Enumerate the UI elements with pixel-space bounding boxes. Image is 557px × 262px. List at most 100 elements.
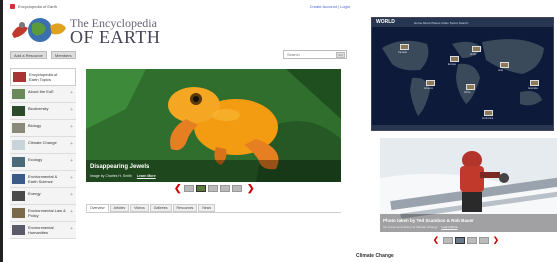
climate-thumbnail[interactable]	[443, 237, 453, 244]
sidebar-item-label: Energy	[28, 191, 41, 196]
map-pin[interactable]	[484, 110, 493, 116]
map-pin[interactable]	[426, 80, 435, 86]
map-footer	[372, 125, 553, 130]
topic-thumbnail	[12, 157, 25, 167]
tab-divider	[86, 212, 341, 213]
tab-news[interactable]: News	[198, 204, 216, 212]
sidebar-item-energy[interactable]: Energy +	[10, 188, 76, 205]
tab-overview[interactable]: Overview	[86, 204, 109, 212]
feature-learn-more-link[interactable]: Learn More	[137, 174, 156, 178]
sidebar-item-about[interactable]: About the EoE +	[10, 86, 76, 103]
climate-thumbnail[interactable]	[467, 237, 477, 244]
topic-thumbnail	[12, 106, 25, 116]
feature-title[interactable]: Disappearing Jewels	[90, 164, 149, 170]
globe-animals-logo-icon	[12, 18, 66, 42]
map-pin-label: Arctic	[470, 53, 477, 56]
feature-thumbnail[interactable]	[232, 185, 242, 192]
sidebar-item-label: Environmental Humanities	[28, 225, 54, 235]
map-pin[interactable]	[466, 84, 475, 90]
sidebar-item-ecology[interactable]: Ecology +	[10, 154, 76, 171]
sidebar-item-biodiversity[interactable]: Biodiversity +	[10, 103, 76, 120]
feature-credit: Image by Charles H. Smith	[90, 174, 132, 178]
tab-articles[interactable]: Articles	[109, 204, 130, 212]
sidebar-item-label: Ecology	[28, 157, 43, 162]
sidebar-item-climate-change[interactable]: Climate Change +	[10, 137, 76, 154]
topic-thumbnail	[12, 208, 25, 218]
map-pin-label: Antarctica	[482, 117, 494, 120]
expand-icon[interactable]: +	[70, 227, 73, 232]
topic-thumbnail	[12, 225, 25, 235]
climate-thumbnail-selected[interactable]	[455, 237, 465, 244]
top-bar: Encyclopedia of Earth Create Account | L…	[10, 3, 350, 13]
climate-photo-subline: Ice Cores and History of Climate Change …	[383, 225, 458, 229]
search-go-button[interactable]: GO	[336, 52, 345, 58]
feature-credit-line: Image by Charles H. Smith Learn More	[90, 174, 156, 178]
map-pin-label: Europe	[448, 63, 457, 66]
tab-resources[interactable]: Resources	[172, 204, 198, 212]
topic-thumbnail	[12, 174, 25, 184]
content-tabs: Overview Articles Videos Galleries Resou…	[86, 204, 216, 212]
topic-thumbnail	[12, 89, 25, 99]
expand-icon[interactable]: +	[70, 210, 73, 215]
topic-thumbnail	[12, 191, 25, 201]
map-pin[interactable]	[500, 62, 509, 68]
sidebar-item-label: About the EoE	[28, 89, 54, 94]
map-pin-label: Amazon	[424, 87, 434, 90]
expand-icon[interactable]: +	[70, 142, 73, 147]
map-nav[interactable]: Home About Places Cities Topics Search	[414, 21, 468, 25]
climate-feature-image[interactable]: Photo taken by Ted Scambos & Rob Bauer I…	[380, 138, 557, 232]
feature-thumbnail-selected[interactable]	[196, 185, 206, 192]
world-map-panel[interactable]: WORLD Home About Places Cities Topics Se…	[371, 17, 554, 131]
climate-photo-title[interactable]: Photo taken by Ted Scambos & Rob Bauer	[383, 218, 474, 223]
map-logo[interactable]: WORLD	[376, 19, 395, 25]
tab-galleries[interactable]: Galleries	[149, 204, 172, 212]
site-name[interactable]: Encyclopedia of Earth	[18, 4, 57, 9]
expand-icon[interactable]: +	[70, 176, 73, 181]
sidebar-item-topics[interactable]: Encyclopedia of Earth Topics	[10, 68, 76, 86]
members-button[interactable]: Members	[51, 51, 76, 59]
climate-next-arrow-icon[interactable]: ❯	[493, 236, 499, 245]
tab-videos[interactable]: Videos	[130, 204, 149, 212]
sidebar-item-humanities[interactable]: Environmental Humanities +	[10, 222, 76, 239]
map-pin-label: Asia	[498, 69, 503, 72]
map-pin[interactable]	[472, 46, 481, 52]
search-input[interactable]: Search GO	[283, 50, 347, 59]
climate-change-heading: Climate Change	[356, 253, 394, 259]
topic-thumbnail	[12, 140, 25, 150]
expand-icon[interactable]: +	[70, 159, 73, 164]
next-arrow-icon[interactable]: ❯	[247, 184, 255, 193]
search-placeholder: Search	[287, 52, 300, 57]
sidebar-item-biology[interactable]: Biology +	[10, 120, 76, 137]
expand-icon[interactable]: +	[70, 108, 73, 113]
feature-thumbnail[interactable]	[208, 185, 218, 192]
sidebar-item-earth-science[interactable]: Environmental & Earth Science +	[10, 171, 76, 188]
logo-line2: OF EARTH	[70, 27, 161, 47]
map-pin[interactable]	[450, 56, 459, 62]
featured-image[interactable]: Disappearing Jewels Image by Charles H. …	[86, 69, 341, 182]
climate-prev-arrow-icon[interactable]: ❮	[433, 236, 439, 245]
map-pin-label: Canada	[398, 51, 407, 54]
climate-thumbnail[interactable]	[479, 237, 489, 244]
sidebar-item-label: Environmental Law & Policy	[28, 208, 66, 218]
feature-thumbnail[interactable]	[184, 185, 194, 192]
climate-thumbnail-strip	[443, 237, 489, 244]
site-favicon-icon	[10, 4, 15, 9]
sidebar-item-label: Encyclopedia of Earth Topics	[29, 72, 58, 82]
expand-icon[interactable]: +	[70, 91, 73, 96]
map-pin[interactable]	[530, 80, 539, 86]
add-resource-button[interactable]: Add a Resource	[10, 51, 47, 59]
map-pin-label: Australia	[528, 87, 538, 90]
sidebar-item-law-policy[interactable]: Environmental Law & Policy +	[10, 205, 76, 222]
expand-icon[interactable]: +	[70, 193, 73, 198]
topics-sidebar: Encyclopedia of Earth Topics About the E…	[10, 68, 76, 239]
site-logo[interactable]: The Encyclopedia OF EARTH	[10, 14, 170, 47]
prev-arrow-icon[interactable]: ❮	[174, 184, 182, 193]
account-links[interactable]: Create Account | Login	[310, 4, 350, 9]
topic-thumbnail	[12, 123, 25, 133]
sidebar-item-label: Environmental & Earth Science	[28, 174, 58, 184]
feature-thumbnail[interactable]	[220, 185, 230, 192]
map-pin[interactable]	[400, 44, 409, 50]
expand-icon[interactable]: +	[70, 125, 73, 130]
climate-learn-more-link[interactable]: Learn More	[441, 225, 457, 229]
sidebar-item-label: Biology	[28, 123, 42, 128]
